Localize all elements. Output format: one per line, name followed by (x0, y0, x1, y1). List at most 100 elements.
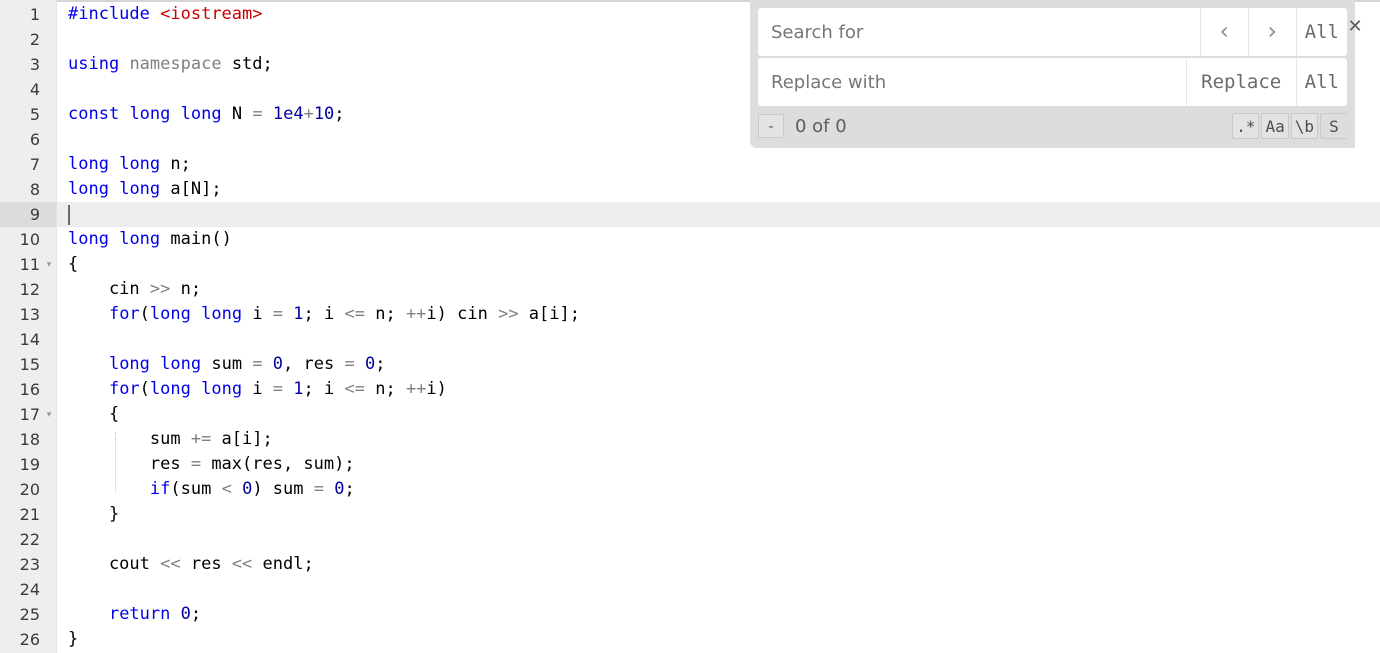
code-line[interactable]: 21 } (0, 502, 1380, 527)
replace-all-button[interactable]: All (1295, 58, 1347, 106)
regex-toggle[interactable]: .* (1232, 113, 1260, 139)
code-token: long (68, 229, 109, 249)
code-line-background (57, 502, 1380, 527)
code-line-background (57, 177, 1380, 202)
code-token: long (180, 104, 222, 124)
code-token: long (68, 179, 109, 199)
code-token: ; (375, 354, 386, 374)
text-cursor (68, 205, 70, 225)
code-line[interactable]: 20 if(sum < 0) sum = 0; (0, 477, 1380, 502)
code-token: i) (426, 379, 447, 399)
code-line[interactable]: 11 ▾ { (0, 252, 1380, 277)
line-number: 17 (19, 405, 40, 424)
code-line-background (57, 252, 1380, 277)
code-token: = (190, 454, 202, 474)
code-token: ; i (303, 304, 345, 324)
code-token: long (201, 379, 243, 399)
code-line[interactable]: 14 (0, 327, 1380, 352)
in-selection-toggle[interactable]: S (1320, 113, 1347, 139)
code-text: } (68, 502, 119, 527)
code-token: if (149, 479, 171, 499)
code-line[interactable]: 15 long long sum = 0, res = 0; (0, 352, 1380, 377)
line-number: 7 (29, 155, 40, 174)
code-line-background (57, 627, 1380, 652)
search-scope-button[interactable]: - (758, 114, 784, 138)
match-case-toggle[interactable]: Aa (1261, 113, 1289, 139)
code-line-background (57, 577, 1380, 602)
fold-toggle-icon[interactable]: ▾ (44, 402, 54, 427)
code-line-background (57, 402, 1380, 427)
code-token: long (119, 229, 161, 249)
line-number: 19 (19, 455, 40, 474)
find-next-button[interactable]: › (1247, 8, 1296, 56)
code-text: #include <iostream> (68, 2, 263, 27)
search-field-wrapper[interactable] (758, 8, 1200, 56)
code-token: ( (139, 379, 150, 399)
code-line[interactable]: 7 long long n; (0, 152, 1380, 177)
code-token: n; (170, 154, 191, 174)
code-token: cout (68, 554, 161, 574)
replace-input[interactable] (769, 70, 1186, 94)
line-number: 8 (29, 180, 40, 199)
code-token: 10 (313, 104, 335, 124)
code-token: 0 (334, 479, 345, 499)
code-token: ) sum (252, 479, 314, 499)
code-text: if(sum < 0) sum = 0; (68, 477, 355, 502)
find-all-button[interactable]: All (1295, 8, 1347, 56)
code-line[interactable]: 16 for(long long i = 1; i <= n; ++i) (0, 377, 1380, 402)
code-token: (sum (170, 479, 222, 499)
replace-field-wrapper[interactable] (758, 58, 1186, 106)
code-token: 0 (364, 354, 376, 374)
code-line[interactable]: 19 res = max(res, sum); (0, 452, 1380, 477)
code-token: + (303, 104, 314, 124)
code-line[interactable]: 25 return 0; (0, 602, 1380, 627)
code-token: ; (262, 54, 273, 74)
code-line[interactable]: 18 sum += a[i]; (0, 427, 1380, 452)
code-line[interactable]: 13 for(long long i = 1; i <= n; ++i) cin… (0, 302, 1380, 327)
code-line[interactable]: 17 ▾ { (0, 402, 1380, 427)
line-number: 12 (19, 280, 40, 299)
replace-button[interactable]: Replace (1185, 58, 1296, 106)
fold-toggle-icon[interactable]: ▾ (44, 252, 54, 277)
code-line[interactable]: 12 cin >> n; (0, 277, 1380, 302)
code-line[interactable]: 24 (0, 577, 1380, 602)
code-line[interactable]: 9 (0, 202, 1380, 227)
code-token: <= (344, 379, 365, 399)
replace-row: Replace All (758, 58, 1347, 106)
code-token: max(res, sum); (201, 454, 355, 474)
code-line[interactable]: 10 long long main() (0, 227, 1380, 252)
search-row: ‹ › All (758, 8, 1347, 56)
code-token: long (160, 354, 202, 374)
line-number: 1 (29, 5, 40, 24)
search-replace-panel[interactable]: ✕ ‹ › All Replace All - 0 of 0 .*Aa\bS (750, 0, 1363, 148)
find-previous-button[interactable]: ‹ (1199, 8, 1248, 56)
code-line[interactable]: 8 long long a[N]; (0, 177, 1380, 202)
line-number: 24 (19, 580, 40, 599)
code-text: long long main() (68, 227, 232, 252)
whole-word-toggle[interactable]: \b (1290, 113, 1318, 139)
code-token: <iostream> (160, 4, 263, 24)
code-line[interactable]: 23 cout << res << endl; (0, 552, 1380, 577)
code-token: a[i]; (518, 304, 580, 324)
code-text: } (68, 627, 78, 652)
search-input[interactable] (769, 20, 1200, 44)
line-number: 16 (19, 380, 40, 399)
line-number: 22 (19, 530, 40, 549)
close-icon[interactable]: ✕ (1343, 14, 1367, 38)
code-line[interactable]: 26} (0, 627, 1380, 652)
code-token: long (149, 379, 191, 399)
code-token: return (108, 604, 171, 624)
code-text: long long sum = 0, res = 0; (68, 352, 386, 377)
code-line[interactable]: 22 (0, 527, 1380, 552)
code-token: <= (344, 304, 365, 324)
